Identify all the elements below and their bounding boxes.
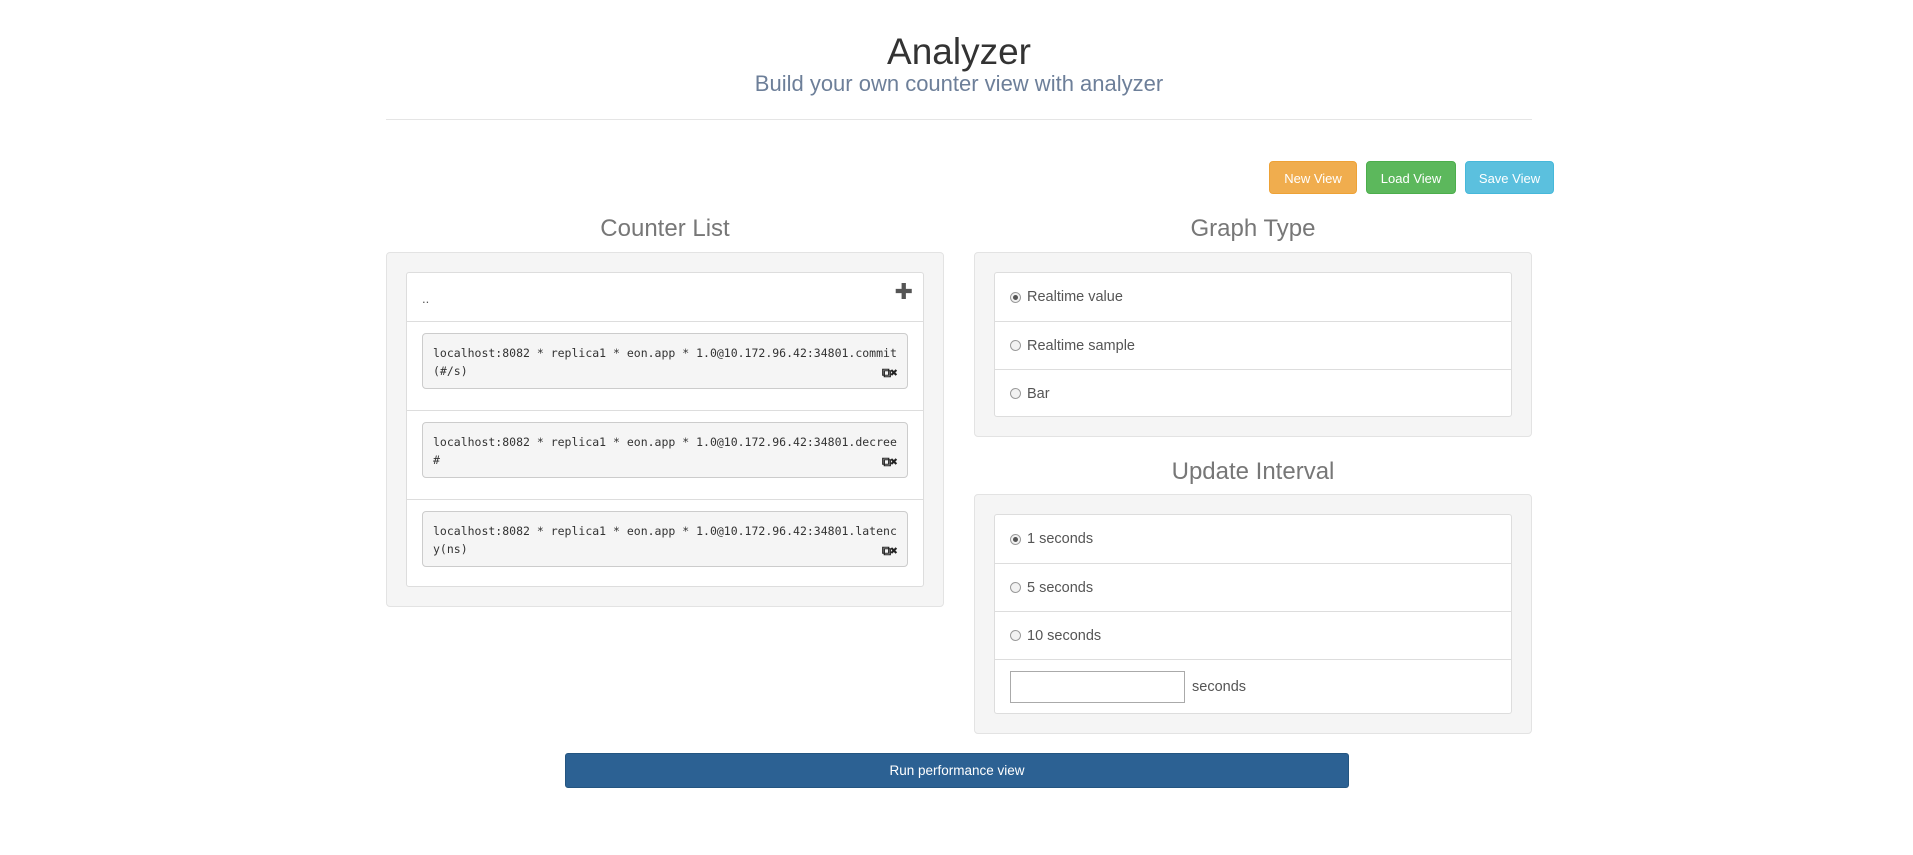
radio-bar[interactable] — [1010, 388, 1021, 399]
list-item: localhost:8082 * replica1 * eon.app * 1.… — [407, 499, 923, 586]
counter-list-title: Counter List — [600, 215, 730, 242]
counter-item-text: localhost:8082 * replica1 * eon.app * 1.… — [433, 524, 897, 556]
interval-option[interactable]: 10 seconds — [995, 611, 1511, 659]
counter-list-panel: .. ✚ localhost:8082 * replica1 * eon.app… — [386, 252, 944, 607]
radio-realtime-sample[interactable] — [1010, 340, 1021, 351]
close-icon[interactable]: ✖ — [890, 544, 898, 559]
radio-5-seconds[interactable] — [1010, 582, 1021, 593]
graph-type-panel: Realtime value Realtime sample Bar — [974, 252, 1532, 437]
page-title: Analyzer — [887, 31, 1031, 72]
graph-type-option[interactable]: Bar — [995, 369, 1511, 417]
counter-item-text: localhost:8082 * replica1 * eon.app * 1.… — [433, 346, 897, 378]
interval-option[interactable]: 1 seconds — [995, 515, 1511, 563]
counter-item-controls: ⧉✖ — [882, 543, 898, 561]
counter-item: localhost:8082 * replica1 * eon.app * 1.… — [422, 511, 908, 567]
update-interval-panel: 1 seconds 5 seconds 10 seconds seconds — [974, 494, 1532, 734]
counter-list: .. ✚ localhost:8082 * replica1 * eon.app… — [406, 272, 924, 587]
counter-item-controls: ⧉✖ — [882, 365, 898, 383]
option-label: Bar — [1027, 385, 1050, 402]
save-view-button[interactable]: Save View — [1465, 161, 1554, 194]
option-label: 10 seconds — [1027, 627, 1102, 644]
option-label: 1 seconds — [1027, 531, 1094, 547]
run-performance-view-button[interactable]: Run performance view — [565, 753, 1349, 788]
radio-1-seconds[interactable] — [1010, 533, 1021, 545]
load-view-button[interactable]: Load View — [1366, 161, 1456, 194]
graph-type-title: Graph Type — [1190, 215, 1316, 242]
graph-type-option[interactable]: Realtime sample — [995, 321, 1511, 369]
list-item: localhost:8082 * replica1 * eon.app * 1.… — [407, 410, 923, 499]
radio-realtime-value[interactable] — [1010, 291, 1021, 303]
plus-icon[interactable]: ✚ — [895, 279, 913, 305]
counter-item-text: localhost:8082 * replica1 * eon.app * 1.… — [433, 435, 897, 467]
counter-item: localhost:8082 * replica1 * eon.app * 1.… — [422, 333, 908, 389]
update-interval-options: 1 seconds 5 seconds 10 seconds seconds — [994, 514, 1512, 714]
interval-option[interactable]: 5 seconds — [995, 563, 1511, 611]
graph-type-option[interactable]: Realtime value — [995, 273, 1511, 321]
header-divider — [386, 119, 1532, 120]
counter-item-controls: ⧉✖ — [882, 454, 898, 472]
close-icon[interactable]: ✖ — [890, 455, 898, 470]
option-label: Realtime value — [1027, 289, 1123, 305]
custom-seconds-input[interactable] — [1010, 670, 1185, 703]
copy-icon[interactable]: ⧉ — [882, 544, 891, 559]
seconds-unit-label: seconds — [1192, 678, 1247, 695]
list-item: localhost:8082 * replica1 * eon.app * 1.… — [407, 321, 923, 410]
copy-icon[interactable]: ⧉ — [882, 455, 891, 470]
graph-type-options: Realtime value Realtime sample Bar — [994, 272, 1512, 417]
option-label: 5 seconds — [1027, 579, 1094, 596]
option-label: Realtime sample — [1027, 337, 1135, 354]
new-view-button[interactable]: New View — [1269, 161, 1357, 194]
counter-path[interactable]: .. — [422, 291, 429, 306]
counter-item: localhost:8082 * replica1 * eon.app * 1.… — [422, 422, 908, 478]
close-icon[interactable]: ✖ — [890, 366, 898, 381]
page-header: Analyzer Build your own counter view wit… — [386, 28, 1532, 98]
copy-icon[interactable]: ⧉ — [882, 366, 891, 381]
custom-interval-row: seconds — [995, 659, 1511, 713]
page-subtitle: Build your own counter view with analyze… — [754, 71, 1164, 96]
counter-path-row: .. ✚ — [407, 273, 923, 321]
update-interval-title: Update Interval — [1171, 458, 1335, 485]
radio-10-seconds[interactable] — [1010, 630, 1021, 641]
